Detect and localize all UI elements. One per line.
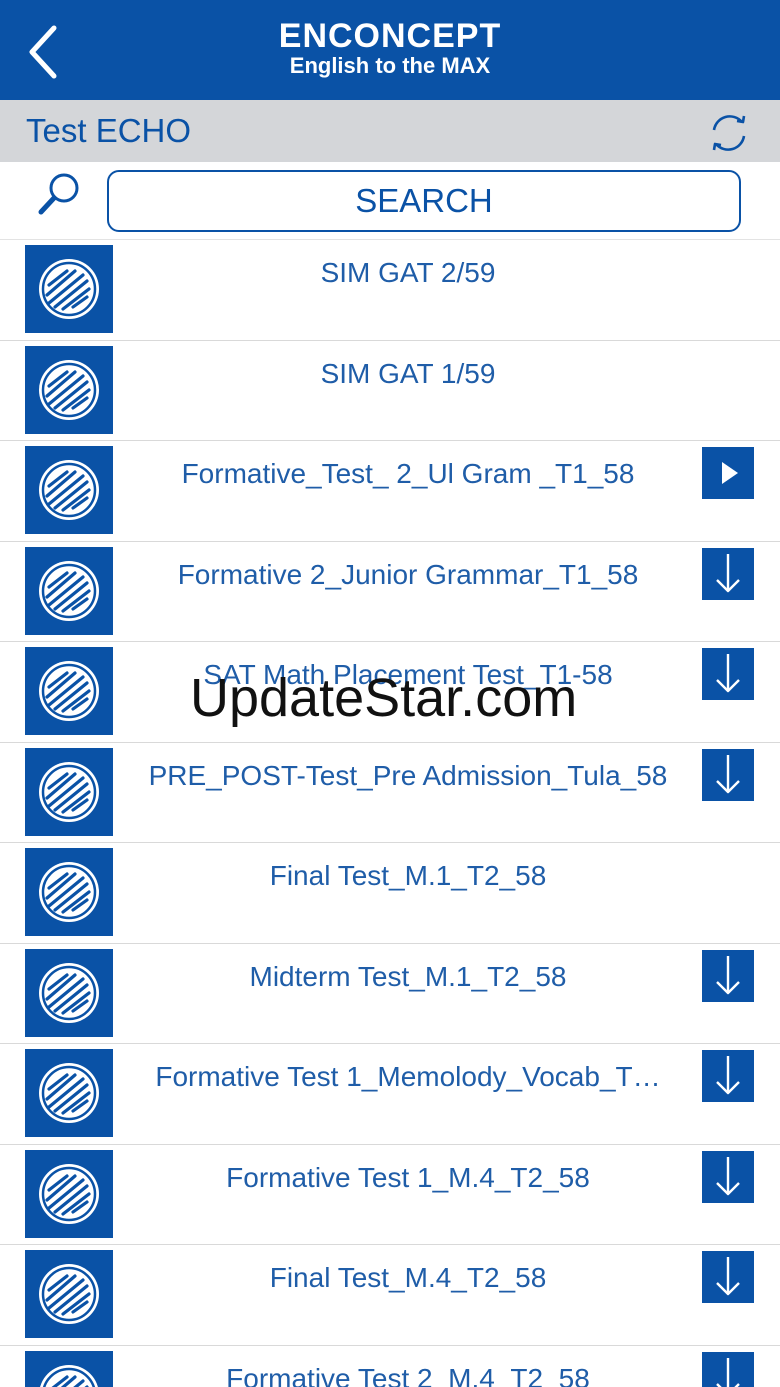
test-logo-icon	[25, 1250, 113, 1338]
test-logo-icon	[25, 848, 113, 936]
test-list-item[interactable]: Formative Test 2_M.4_T2_58	[0, 1345, 780, 1387]
test-title: PRE_POST-Test_Pre Admission_Tula_58	[148, 759, 668, 791]
download-icon[interactable]	[702, 748, 754, 801]
brand-name: ENCONCEPT	[278, 17, 502, 55]
watermark-text: UpdateStar.com	[190, 668, 578, 728]
test-title: SIM GAT 1/59	[320, 357, 496, 389]
download-icon[interactable]	[702, 949, 754, 1002]
download-icon[interactable]	[702, 1150, 754, 1203]
download-icon[interactable]	[702, 1251, 754, 1303]
brand-logo: ENCONCEPT English to the MAX	[0, 18, 780, 78]
download-icon[interactable]	[702, 1050, 754, 1102]
test-title: Final Test_M.4_T2_58	[269, 1262, 547, 1293]
test-list-item[interactable]: Formative 2_Junior Grammar_T1_58	[0, 541, 780, 642]
test-list-item[interactable]: Final Test_M.1_T2_58	[0, 843, 780, 944]
test-list-item[interactable]: PRE_POST-Test_Pre Admission_Tula_58	[0, 742, 780, 843]
download-icon[interactable]	[702, 648, 754, 700]
test-logo-icon	[25, 1049, 113, 1137]
test-logo-icon	[25, 245, 113, 333]
test-title: Formative Test 1_Memolody_Vocab_T…	[155, 1061, 661, 1092]
test-logo-icon	[25, 446, 113, 534]
test-logo-icon	[25, 1350, 113, 1387]
test-list-item[interactable]: Final Test_M.4_T2_58	[0, 1245, 780, 1346]
search-icon[interactable]	[36, 170, 86, 220]
test-title: Formative Test 1_M.4_T2_58	[226, 1161, 590, 1193]
test-list: SIM GAT 2/59 SIM GAT 1/59 Formative_Test_ …	[0, 240, 780, 1387]
top-bar: ENCONCEPT English to the MAX	[0, 0, 780, 100]
test-title: SIM GAT 2/59	[320, 257, 496, 288]
test-logo-icon	[25, 647, 113, 735]
test-title: Formative Test 2_M.4_T2_58	[226, 1362, 590, 1387]
test-list-item[interactable]: SIM GAT 1/59	[0, 340, 780, 441]
test-title: Formative 2_Junior Grammar_T1_58	[177, 558, 639, 590]
test-list-item[interactable]: SIM GAT 2/59	[0, 240, 780, 341]
test-logo-icon	[25, 345, 113, 434]
test-logo-icon	[25, 948, 113, 1037]
brand-tagline: English to the MAX	[289, 53, 491, 78]
test-logo-icon	[25, 747, 113, 836]
test-title: Final Test_M.1_T2_58	[269, 860, 547, 891]
page-title: Test ECHO	[26, 112, 192, 149]
section-header: Test ECHO	[0, 100, 780, 162]
search-button[interactable]: SEARCH	[107, 170, 741, 232]
test-list-item[interactable]: Formative Test 1_Memolody_Vocab_T…	[0, 1044, 780, 1145]
download-icon[interactable]	[702, 1351, 754, 1387]
play-icon[interactable]	[702, 447, 754, 499]
test-title: Formative_Test_ 2_Ul Gram _T1_58	[181, 458, 635, 489]
download-icon[interactable]	[702, 547, 754, 600]
refresh-icon[interactable]	[704, 108, 754, 158]
test-logo-icon	[25, 546, 113, 635]
test-list-item[interactable]: Formative Test 1_M.4_T2_58	[0, 1144, 780, 1245]
test-list-item[interactable]: Formative_Test_ 2_Ul Gram _T1_58	[0, 441, 780, 542]
test-list-item[interactable]: Midterm Test_M.1_T2_58	[0, 943, 780, 1044]
test-logo-icon	[25, 1149, 113, 1238]
test-title: Midterm Test_M.1_T2_58	[249, 960, 567, 992]
